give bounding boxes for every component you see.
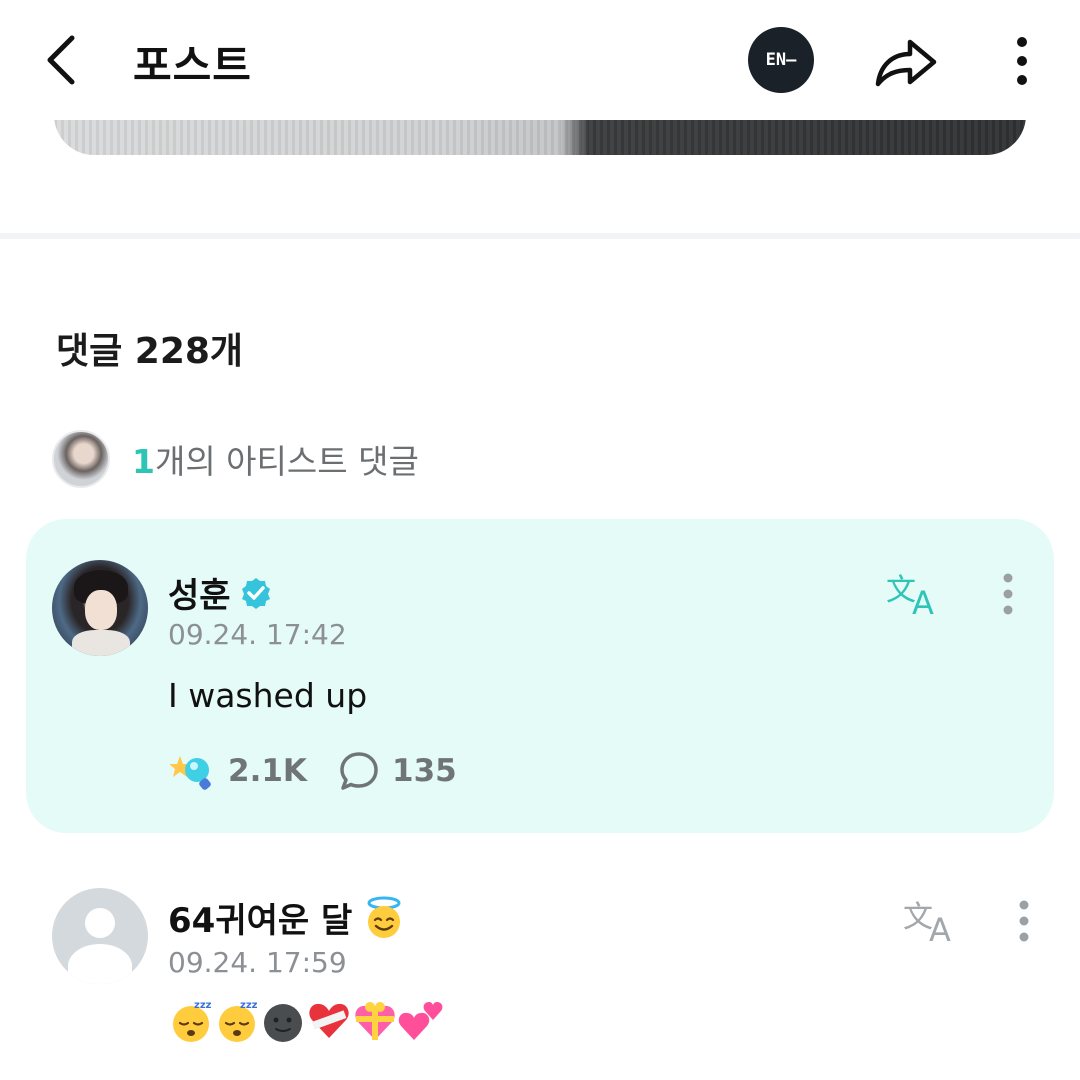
svg-text:zzz: zzz (240, 1000, 258, 1011)
comment-author[interactable]: 성훈 (168, 568, 273, 617)
svg-text:A: A (929, 911, 951, 945)
community-logo-text: EN– (765, 50, 797, 70)
translate-button[interactable]: 文 A (903, 897, 961, 949)
comment-more-button[interactable] (1014, 897, 1034, 947)
more-vertical-icon (1017, 37, 1027, 85)
chevron-left-icon (47, 35, 75, 85)
artist-mini-avatar (52, 430, 110, 488)
back-button[interactable] (38, 30, 88, 90)
svg-text:zzz: zzz (194, 1000, 212, 1011)
translate-icon: 文 A (903, 900, 951, 949)
heart-with-ribbon-icon (352, 998, 398, 1044)
sleeping-face-icon: zzz (168, 998, 214, 1044)
two-hearts-icon (398, 998, 444, 1044)
verified-badge-icon (241, 577, 270, 609)
page-title: 포스트 (133, 41, 252, 90)
speech-bubble-icon (340, 752, 378, 790)
comment-emoji-text: zzz zzz (168, 998, 444, 1044)
more-options-button[interactable] (1006, 32, 1038, 92)
share-button[interactable] (872, 30, 942, 92)
reply-button[interactable]: 135 (338, 750, 457, 792)
translate-button[interactable]: 文 A (886, 570, 944, 622)
comments-count-heading: 댓글 228개 (56, 331, 244, 372)
community-logo-button[interactable]: EN– (748, 27, 814, 93)
glowstick-like-icon (170, 756, 211, 790)
comment-author[interactable]: 64귀여운 달 (168, 893, 406, 942)
artist-comments-summary[interactable]: 1개의 아티스트 댓글 (52, 430, 419, 488)
new-moon-face-icon (260, 998, 306, 1044)
comment-text: I washed up (168, 676, 368, 715)
more-vertical-icon (1003, 573, 1013, 615)
translate-icon: 文 A (886, 573, 934, 622)
section-divider (0, 233, 1080, 239)
svg-text:A: A (912, 584, 934, 618)
avatar[interactable] (52, 888, 148, 984)
share-icon (875, 39, 937, 87)
comment-more-button[interactable] (998, 570, 1018, 620)
author-name-text: 64귀여운 달 (168, 901, 353, 941)
more-vertical-icon (1019, 900, 1029, 942)
reply-count: 135 (392, 753, 457, 789)
avatar[interactable] (52, 560, 148, 656)
mending-heart-icon (306, 998, 352, 1044)
author-name-text: 성훈 (168, 576, 231, 616)
comment-timestamp: 09.24. 17:42 (168, 618, 347, 651)
artist-comment-count-suffix: 개의 아티스트 댓글 (154, 442, 419, 481)
sleeping-face-icon: zzz (214, 998, 260, 1044)
artist-comments-summary-label: 1개의 아티스트 댓글 (132, 435, 419, 483)
like-count: 2.1K (228, 753, 307, 789)
smiling-face-with-halo-icon (367, 896, 401, 938)
app-header: 포스트 EN– (0, 0, 1080, 120)
comment-timestamp: 09.24. 17:59 (168, 946, 347, 979)
like-button[interactable]: 2.1K (170, 750, 307, 792)
artist-comment-count: 1 (132, 442, 155, 481)
